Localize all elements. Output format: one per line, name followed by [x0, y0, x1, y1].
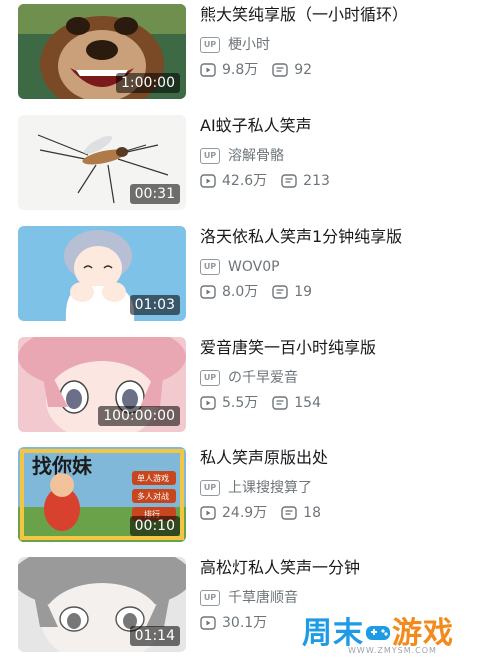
stats-row: 8.0万 19	[200, 282, 312, 302]
video-card[interactable]: 1:00:00 熊大笑纯享版（一小时循环） UP 梗小时 9.8万 92	[0, 4, 482, 114]
video-title[interactable]: 熊大笑纯享版（一小时循环）	[200, 4, 470, 26]
video-card[interactable]: 01:03 洛天依私人笑声1分钟纯享版 UP WOV0P 8.0万 19	[0, 226, 482, 336]
video-thumbnail[interactable]: 00:31	[18, 115, 186, 210]
up-badge-icon: UP	[200, 370, 220, 386]
video-duration: 00:31	[129, 184, 180, 204]
play-count-icon	[200, 396, 216, 410]
view-count: 24.9万	[222, 505, 268, 521]
up-badge-icon: UP	[200, 148, 220, 164]
uploader-name: 上课搜搜算了	[228, 480, 312, 496]
video-thumbnail[interactable]: 01:03	[18, 226, 186, 321]
video-title[interactable]: 洛天依私人笑声1分钟纯享版	[200, 226, 470, 248]
up-badge-icon: UP	[200, 37, 220, 53]
play-count-icon	[200, 63, 216, 77]
danmaku-icon	[272, 396, 288, 410]
game-menu-multi: 多人对战	[137, 491, 169, 501]
gamepad-icon	[364, 618, 392, 646]
uploader-name: WOV0P	[228, 259, 280, 275]
video-list: 1:00:00 熊大笑纯享版（一小时循环） UP 梗小时 9.8万 92 00:…	[0, 0, 482, 659]
comment-count: 213	[303, 173, 330, 189]
up-badge-icon: UP	[200, 259, 220, 275]
uploader-row[interactable]: UP 溶解骨骼	[200, 146, 284, 166]
video-duration: 00:10	[129, 516, 180, 536]
video-card[interactable]: 100:00:00 爱音唐笑一百小时纯享版 UP の千早爱音 5.5万 154	[0, 337, 482, 447]
play-count-icon	[200, 506, 216, 520]
danmaku-icon	[272, 285, 288, 299]
game-menu-single: 单人游戏	[137, 473, 169, 483]
uploader-row[interactable]: UP 梗小时	[200, 35, 270, 55]
uploader-name: 溶解骨骼	[228, 148, 284, 164]
comment-count: 154	[294, 395, 321, 411]
video-duration: 01:14	[129, 626, 180, 646]
play-count-icon	[200, 174, 216, 188]
video-card[interactable]: 找你妹 单人游戏 多人对战 排行 00:10 私人笑声原版出处 UP 上课搜搜算…	[0, 447, 482, 557]
uploader-name: 梗小时	[228, 37, 270, 53]
comment-count: 92	[294, 62, 313, 78]
comment-count: 18	[303, 505, 321, 521]
stats-row: 9.8万 92	[200, 60, 312, 80]
video-title[interactable]: 私人笑声原版出处	[200, 447, 470, 469]
danmaku-icon	[281, 174, 297, 188]
uploader-row[interactable]: UP 千草唐顺音	[200, 588, 298, 608]
view-count: 5.5万	[222, 395, 259, 411]
uploader-row[interactable]: UP WOV0P	[200, 257, 280, 277]
up-badge-icon: UP	[200, 590, 220, 606]
video-title[interactable]: 爱音唐笑一百小时纯享版	[200, 337, 470, 359]
watermark-url: WWW.ZMYSM.COM	[348, 646, 437, 655]
video-title[interactable]: AI蚊子私人笑声	[200, 115, 470, 137]
video-thumbnail[interactable]: 100:00:00	[18, 337, 186, 432]
video-duration: 100:00:00	[98, 406, 180, 426]
video-thumbnail[interactable]: 01:14	[18, 557, 186, 652]
danmaku-icon	[281, 506, 297, 520]
view-count: 42.6万	[222, 173, 268, 189]
stats-row: 24.9万 18	[200, 503, 321, 523]
video-title[interactable]: 高松灯私人笑声一分钟	[200, 557, 470, 579]
play-count-icon	[200, 285, 216, 299]
video-card[interactable]: 00:31 AI蚊子私人笑声 UP 溶解骨骼 42.6万 213	[0, 115, 482, 225]
uploader-name: 千草唐顺音	[228, 590, 298, 606]
up-badge-icon: UP	[200, 480, 220, 496]
view-count: 9.8万	[222, 62, 259, 78]
uploader-row[interactable]: UP 上课搜搜算了	[200, 478, 312, 498]
video-thumbnail[interactable]: 1:00:00	[18, 4, 186, 99]
stats-row: 42.6万 213	[200, 171, 330, 191]
video-duration: 1:00:00	[116, 73, 180, 93]
uploader-name: の千早爱音	[228, 370, 298, 386]
play-count-icon	[200, 616, 216, 630]
uploader-row[interactable]: UP の千早爱音	[200, 368, 298, 388]
video-thumbnail[interactable]: 找你妹 单人游戏 多人对战 排行 00:10	[18, 447, 186, 542]
danmaku-icon	[272, 63, 288, 77]
comment-count: 19	[294, 284, 313, 300]
site-watermark: 周末 游戏 WWW.ZMYSM.COM	[302, 608, 472, 656]
view-count: 30.1万	[222, 615, 268, 631]
video-duration: 01:03	[129, 295, 180, 315]
view-count: 8.0万	[222, 284, 259, 300]
stats-row: 30.1万	[200, 613, 267, 633]
stats-row: 5.5万 154	[200, 393, 321, 413]
